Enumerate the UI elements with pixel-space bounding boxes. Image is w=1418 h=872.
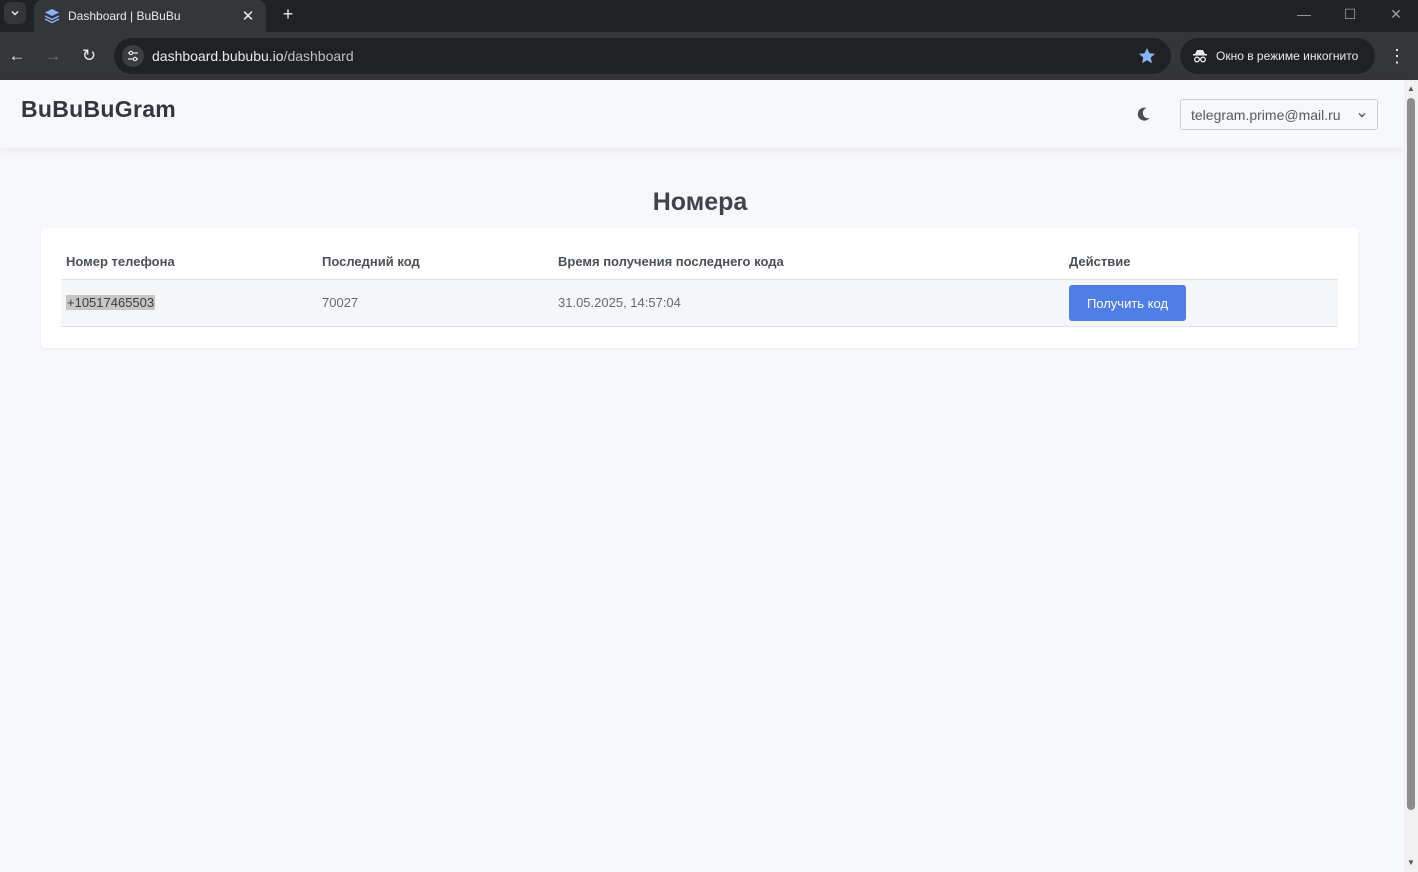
browser-menu-icon[interactable]: ⋮ — [1386, 44, 1408, 68]
scroll-up-icon[interactable]: ▲ — [1407, 84, 1415, 93]
address-bar[interactable]: dashboard.bububu.io/dashboard — [114, 38, 1171, 74]
tab-close-icon[interactable]: ✕ — [240, 7, 256, 25]
page: BuBuBuGram telegram.prime@mail.ru Номера… — [0, 80, 1404, 872]
back-arrow-icon[interactable]: ← — [5, 44, 29, 68]
incognito-label: Окно в режиме инкогнито — [1216, 49, 1359, 63]
layers-favicon-icon — [44, 9, 60, 24]
url-path: /dashboard — [283, 48, 354, 64]
column-header-last-code: Последний код — [322, 254, 420, 269]
received-time-cell: 31.05.2025, 14:57:04 — [558, 295, 681, 310]
account-select[interactable]: telegram.prime@mail.ru — [1180, 99, 1378, 130]
app-header: BuBuBuGram telegram.prime@mail.ru — [0, 80, 1404, 148]
account-email: telegram.prime@mail.ru — [1191, 106, 1341, 123]
column-header-phone: Номер телефона — [66, 254, 175, 269]
last-code-cell: 70027 — [322, 295, 359, 310]
moon-icon[interactable] — [1134, 104, 1154, 124]
phone-cell[interactable]: +10517465503 — [66, 295, 156, 310]
incognito-indicator[interactable]: Окно в режиме инкогнито — [1180, 38, 1375, 74]
tab-title: Dashboard | BuBuBu — [68, 9, 181, 23]
url-domain: dashboard.bububu.io — [152, 48, 284, 64]
reload-icon[interactable]: ↻ — [77, 44, 101, 68]
page-scrollbar[interactable]: ▲ ▼ — [1404, 80, 1418, 872]
browser-toolbar: ← → ↻ dashboard.bububu.io/dashboard Окно… — [0, 32, 1418, 80]
brand-logo[interactable]: BuBuBuGram — [21, 96, 176, 123]
table-row: +10517465503 70027 31.05.2025, 14:57:04 … — [61, 279, 1338, 327]
browser-tab-bar: Dashboard | BuBuBu ✕ + — ☐ ✕ — [0, 0, 1418, 32]
scroll-thumb[interactable] — [1407, 98, 1415, 810]
column-header-action: Действие — [1069, 254, 1131, 269]
minimize-icon[interactable]: — — [1292, 4, 1316, 24]
page-title: Номера — [652, 188, 748, 216]
incognito-icon — [1193, 50, 1207, 63]
tab-search-chevron-icon[interactable] — [4, 2, 26, 24]
scroll-down-icon[interactable]: ▼ — [1407, 858, 1415, 867]
numbers-card: Номер телефона Последний код Время получ… — [41, 228, 1358, 348]
window-close-icon[interactable]: ✕ — [1384, 4, 1408, 24]
new-tab-plus-icon[interactable]: + — [278, 4, 298, 24]
phone-number[interactable]: +10517465503 — [66, 295, 156, 310]
forward-arrow-icon[interactable]: → — [41, 44, 65, 68]
url-text: dashboard.bububu.io/dashboard — [152, 48, 354, 64]
chevron-down-icon — [1358, 112, 1366, 118]
site-info-tune-icon[interactable] — [122, 45, 144, 67]
browser-tab[interactable]: Dashboard | BuBuBu ✕ — [34, 0, 266, 32]
maximize-icon[interactable]: ☐ — [1338, 4, 1362, 24]
get-code-button[interactable]: Получить код — [1069, 285, 1186, 321]
bookmark-star-icon[interactable] — [1137, 46, 1157, 66]
column-header-received-time: Время получения последнего кода — [558, 254, 784, 269]
